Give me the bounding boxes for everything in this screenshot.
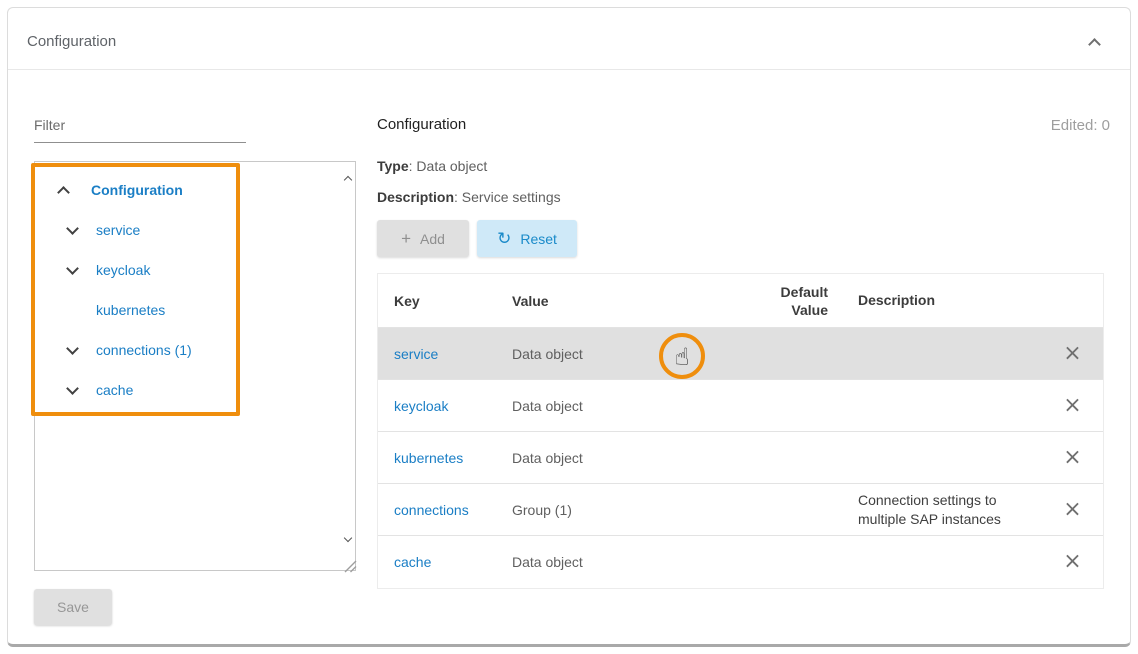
delete-row-button[interactable]: ×	[1063, 447, 1081, 469]
table-row[interactable]: cache Data object ×	[378, 536, 1103, 588]
row-value: Data object	[496, 346, 752, 362]
header-key: Key	[378, 293, 496, 309]
row-value: Data object	[496, 398, 752, 414]
tree-item-kubernetes[interactable]: kubernetes	[35, 290, 355, 330]
save-button[interactable]: Save	[34, 589, 112, 625]
table-row[interactable]: service Data object ×	[378, 328, 1103, 380]
header-default-value: Default Value	[752, 283, 842, 319]
expand-node-icon[interactable]	[66, 264, 79, 277]
tree-item-label[interactable]: Configuration	[91, 182, 183, 198]
add-button[interactable]: + Add	[377, 220, 469, 257]
chevron-up-icon	[1088, 38, 1101, 51]
row-key-link[interactable]: kubernetes	[394, 450, 463, 466]
leaf-spacer	[66, 304, 79, 317]
type-label: Type	[377, 158, 409, 174]
close-icon: ×	[1063, 341, 1081, 366]
row-value: Group (1)	[496, 502, 752, 518]
configuration-card: Configuration Configuration service keyc…	[7, 7, 1131, 647]
resize-handle[interactable]	[343, 559, 357, 573]
collapse-node-icon[interactable]	[57, 184, 70, 197]
table-header-row: Key Value Default Value Description	[378, 274, 1103, 328]
header-description: Description	[842, 291, 1042, 310]
plus-icon: +	[401, 230, 411, 247]
type-line: Type: Data object	[377, 158, 487, 174]
tree-item-configuration[interactable]: Configuration	[35, 170, 355, 210]
table-row[interactable]: connections Group (1) Connection setting…	[378, 484, 1103, 536]
description-value: : Service settings	[454, 189, 561, 205]
table-row[interactable]: kubernetes Data object ×	[378, 432, 1103, 484]
detail-title: Configuration	[377, 116, 466, 133]
reset-button-label: Reset	[520, 231, 557, 247]
panel-title: Configuration	[27, 33, 116, 50]
row-key-link[interactable]: service	[394, 346, 438, 362]
tree-item-keycloak[interactable]: keycloak	[35, 250, 355, 290]
tree-item-label[interactable]: keycloak	[96, 262, 150, 278]
description-line: Description: Service settings	[377, 189, 561, 205]
tree-item-connections[interactable]: connections (1)	[35, 330, 355, 370]
delete-row-button[interactable]: ×	[1063, 499, 1081, 521]
delete-row-button[interactable]: ×	[1063, 551, 1081, 573]
close-icon: ×	[1063, 497, 1081, 522]
row-value: Data object	[496, 554, 752, 570]
tree-item-label[interactable]: kubernetes	[96, 302, 165, 318]
tree-panel: Configuration service keycloak kubernete…	[34, 161, 356, 571]
add-button-label: Add	[420, 231, 445, 247]
refresh-icon: ↻	[497, 230, 511, 247]
filter-input[interactable]	[34, 108, 246, 143]
row-description: Connection settings to multiple SAP inst…	[842, 491, 1042, 529]
config-table: Key Value Default Value Description serv…	[377, 273, 1104, 589]
scroll-up-icon[interactable]	[345, 170, 351, 188]
description-label: Description	[377, 189, 454, 205]
tree-item-label[interactable]: cache	[96, 382, 133, 398]
close-icon: ×	[1063, 549, 1081, 574]
row-key-link[interactable]: cache	[394, 554, 431, 570]
close-icon: ×	[1063, 445, 1081, 470]
header-divider	[8, 69, 1130, 70]
tree-item-service[interactable]: service	[35, 210, 355, 250]
row-value: Data object	[496, 450, 752, 466]
expand-node-icon[interactable]	[66, 344, 79, 357]
tree-item-cache[interactable]: cache	[35, 370, 355, 410]
collapse-panel-icon[interactable]	[1090, 36, 1106, 50]
table-row[interactable]: keycloak Data object ×	[378, 380, 1103, 432]
delete-row-button[interactable]: ×	[1063, 343, 1081, 365]
expand-node-icon[interactable]	[66, 224, 79, 237]
expand-node-icon[interactable]	[66, 384, 79, 397]
reset-button[interactable]: ↻ Reset	[477, 220, 577, 257]
header-value: Value	[496, 293, 752, 309]
type-value: : Data object	[409, 158, 488, 174]
edited-counter: Edited: 0	[1051, 117, 1110, 134]
row-key-link[interactable]: keycloak	[394, 398, 448, 414]
delete-row-button[interactable]: ×	[1063, 395, 1081, 417]
scroll-down-icon[interactable]	[345, 528, 351, 546]
tree-item-label[interactable]: service	[96, 222, 140, 238]
close-icon: ×	[1063, 393, 1081, 418]
tree-item-label[interactable]: connections (1)	[96, 342, 192, 358]
row-key-link[interactable]: connections	[394, 502, 469, 518]
